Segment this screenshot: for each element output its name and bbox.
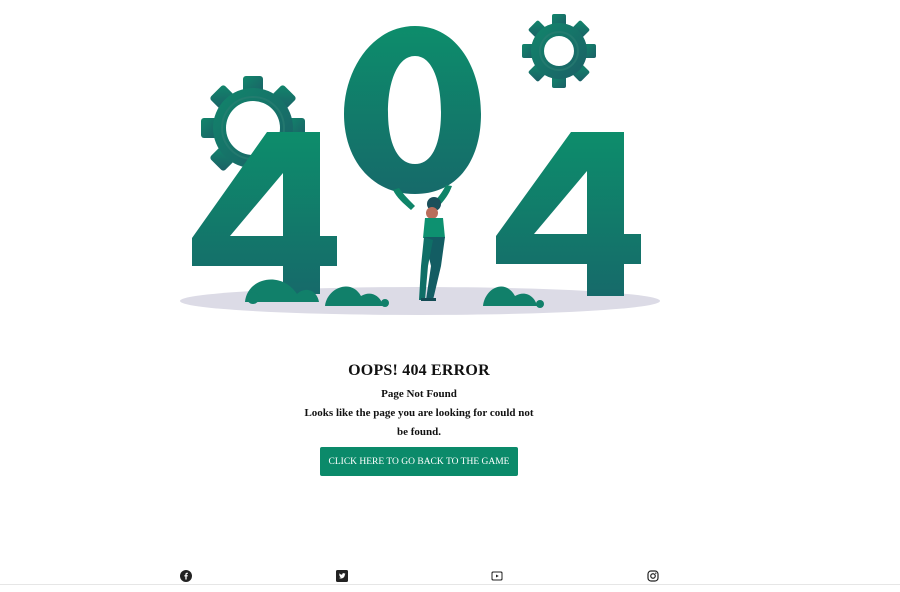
twitter-icon[interactable]	[336, 570, 348, 582]
right-gear-icon	[522, 14, 596, 88]
error-title: OOPS! 404 ERROR	[348, 362, 490, 379]
digit-zero	[344, 26, 481, 194]
error-subtitle: Page Not Found	[381, 388, 457, 400]
instagram-icon[interactable]	[647, 570, 659, 582]
digit-four-right	[496, 132, 641, 296]
footer-divider	[0, 584, 900, 585]
error-description: Looks like the page you are looking for …	[304, 407, 534, 438]
facebook-icon[interactable]	[180, 570, 192, 582]
back-to-game-button[interactable]: CLICK HERE TO GO BACK TO THE GAME	[320, 447, 518, 476]
error-message: OOPS! 404 ERROR Page Not Found Looks lik…	[300, 362, 538, 442]
person-figure	[393, 185, 452, 301]
youtube-icon[interactable]	[491, 570, 503, 582]
404-illustration	[180, 14, 660, 315]
